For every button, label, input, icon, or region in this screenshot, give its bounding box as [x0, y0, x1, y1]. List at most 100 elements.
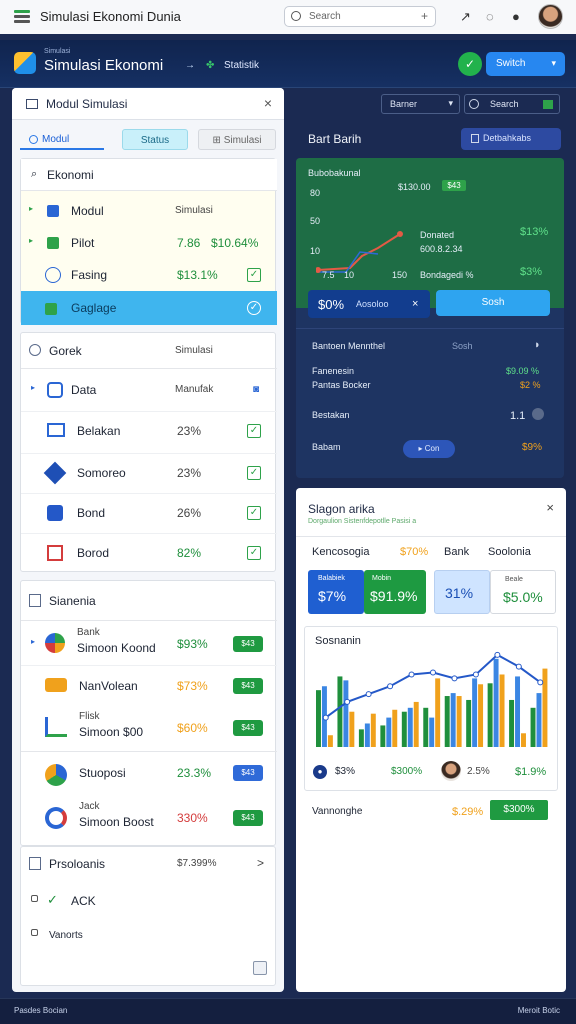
avatar[interactable]: [538, 4, 563, 29]
app-header: Simulasi Simulasi Ekonomi → ✤ Statistik …: [0, 40, 576, 88]
table-icon: [47, 423, 65, 437]
close-icon[interactable]: ×: [412, 298, 418, 310]
chart-bar: [370, 713, 376, 747]
status-badge[interactable]: $43: [233, 678, 263, 694]
lock-icon[interactable]: ◙: [253, 384, 259, 395]
con-chip[interactable]: ▸ Con: [403, 440, 455, 458]
chart-bar: [386, 717, 392, 747]
list-item[interactable]: Borod 82% ✓: [21, 533, 277, 571]
line-point: [451, 675, 458, 682]
toggle-icon[interactable]: [532, 408, 544, 420]
nav-statistik[interactable]: Statistik: [224, 60, 259, 71]
caret-right-icon: ▸: [29, 236, 34, 245]
list-item[interactable]: Bestakan 1.1: [296, 402, 564, 438]
diamond-icon: [43, 461, 67, 485]
prsoloanis-title: Prsoloanis: [49, 857, 106, 871]
list-item[interactable]: ▸ Data Manufak ◙: [21, 373, 277, 407]
checkbox[interactable]: ✓: [247, 268, 261, 282]
metric-button[interactable]: $0% Aosoloo ×: [308, 290, 430, 318]
close-icon[interactable]: ×: [264, 95, 272, 111]
tab-status[interactable]: Status: [122, 129, 188, 150]
checkbox[interactable]: ✓: [247, 546, 261, 560]
checkbox[interactable]: ✓: [247, 424, 261, 438]
tag-icon[interactable]: ◗: [534, 339, 541, 351]
menu-icon[interactable]: [14, 10, 30, 24]
search-icon: ⌕: [31, 168, 38, 180]
metric-tile[interactable]: Beale $5.0%: [490, 570, 556, 614]
line-point: [472, 671, 479, 678]
switch-button[interactable]: Switch ▾: [486, 52, 565, 76]
list-item[interactable]: Bond 26% ✓: [21, 493, 277, 531]
list-item[interactable]: Somoreo 23% ✓: [21, 453, 277, 491]
metric-tile[interactable]: Mobin $91.9%: [364, 570, 426, 614]
checkbox[interactable]: ✓: [247, 301, 261, 315]
readout: 600.8.2.34: [420, 244, 463, 254]
list-item[interactable]: ✓ ACK: [21, 885, 277, 917]
chevron-down-icon: ▾: [551, 58, 556, 68]
document-icon: [47, 382, 63, 398]
list-item[interactable]: ▸ Modul Simulasi: [21, 195, 277, 227]
gorek-header[interactable]: Gorek Simulasi: [21, 333, 277, 369]
status-badge[interactable]: $300%: [490, 800, 548, 820]
gorek-title: Gorek: [49, 344, 82, 358]
app-logo: [14, 52, 36, 74]
list-item[interactable]: Flisk Simoon $00 $60% $43: [21, 707, 277, 747]
list-item[interactable]: Belakan 23% ✓: [21, 411, 277, 449]
tab-modul[interactable]: Modul: [20, 129, 104, 150]
list-item[interactable]: Stuoposi 23.3% $43: [21, 751, 277, 795]
analytics-subtitle: Dorgaulion Sistenfdepotlle Pasisi a: [308, 518, 417, 525]
chart-bar: [450, 693, 456, 747]
metric-tile[interactable]: Balabiek $7%: [308, 570, 364, 614]
chat-icon[interactable]: ◌: [486, 9, 494, 24]
chart-title: Bubobakunal: [308, 168, 361, 178]
square-icon: [47, 205, 59, 217]
list-item[interactable]: ▸ Pilot 7.86 $10.64%: [21, 227, 277, 259]
sosh-button[interactable]: Sosh: [436, 290, 550, 316]
list-item[interactable]: NanVolean $73% $43: [21, 665, 277, 705]
status-badge[interactable]: $43: [233, 810, 263, 826]
circle-icon: [47, 505, 63, 521]
sianenia-header[interactable]: Sianenia: [21, 581, 277, 621]
list-item[interactable]: Fasing $13.1% ✓: [21, 259, 277, 291]
tick-label: 150: [392, 270, 408, 280]
caret-right-icon: ▸: [31, 383, 36, 392]
status-check-icon[interactable]: ✓: [458, 52, 482, 76]
tab-simulasi[interactable]: ⊞ Simulasi: [198, 129, 276, 150]
module-tabs: Modul Status ⊞ Simulasi: [20, 126, 276, 154]
list-item[interactable]: Vanorts: [21, 919, 277, 951]
window-titlebar: Simulasi Ekonomi Dunia Search + ↗ ◌ ●: [0, 0, 576, 34]
arrow-icon[interactable]: →: [185, 60, 195, 71]
list-item[interactable]: Jack Simoon Boost 330% $43: [21, 795, 277, 841]
chart-bar: [478, 684, 484, 747]
prsoloanis-header[interactable]: Prsoloanis $7.399% >: [21, 847, 277, 881]
search-input[interactable]: Search +: [284, 6, 436, 27]
chart-bar: [435, 678, 441, 747]
ekonomi-header[interactable]: ⌕ Ekonomi: [21, 159, 277, 191]
add-icon[interactable]: +: [421, 9, 428, 23]
chevron-right-icon[interactable]: >: [257, 856, 264, 870]
resize-icon[interactable]: [253, 961, 267, 975]
details-button[interactable]: Detbahkabs: [461, 128, 561, 150]
status-badge[interactable]: $43: [233, 720, 263, 736]
chart-bar: [392, 709, 398, 747]
status-right: Meroit Botic: [517, 1006, 560, 1015]
close-icon[interactable]: ×: [546, 500, 554, 515]
chart-bar: [316, 690, 321, 747]
checkbox[interactable]: ✓: [247, 466, 261, 480]
avatar[interactable]: [441, 761, 461, 781]
list-header[interactable]: Bantoen Mennthel Sosh ◗: [296, 328, 564, 364]
dashboard-search[interactable]: Search: [464, 94, 560, 114]
list-item-selected[interactable]: Gaglage ✓: [21, 291, 277, 325]
status-badge[interactable]: $43: [233, 765, 263, 781]
info-icon[interactable]: ●: [512, 9, 520, 24]
list-item[interactable]: Fanenesin $9.09 % Pantas Bocker $2 %: [296, 364, 564, 400]
mini-line-chart: [316, 231, 403, 273]
leaf-icon[interactable]: ✤: [206, 60, 214, 71]
filter-select[interactable]: Barner ▾: [381, 94, 460, 114]
list-item[interactable]: ▸ Bank Simoon Koond $93% $43: [21, 623, 277, 663]
pointer-icon[interactable]: ↗: [460, 9, 471, 25]
checkbox[interactable]: ✓: [247, 506, 261, 520]
line-point: [344, 698, 351, 705]
metric-tile[interactable]: 31%: [434, 570, 490, 614]
status-badge[interactable]: $43: [233, 636, 263, 652]
